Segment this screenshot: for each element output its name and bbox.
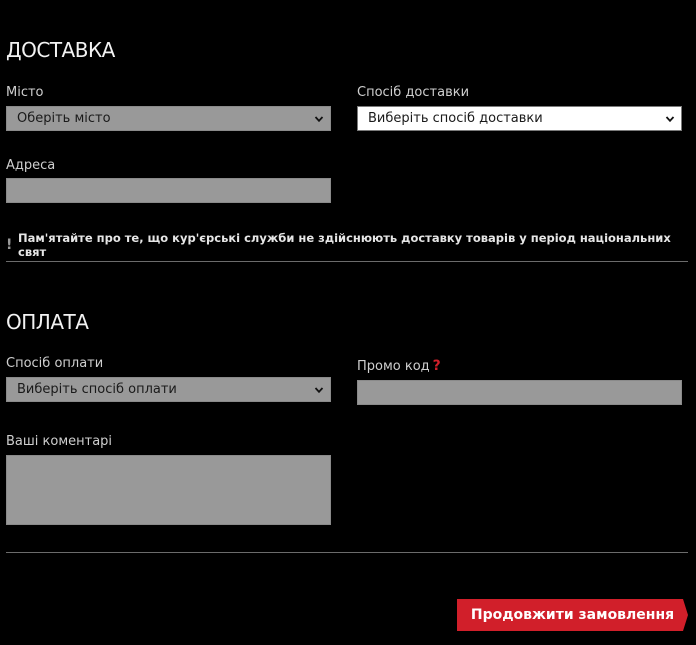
- payment-method-select[interactable]: Виберіть спосіб оплати: [6, 377, 331, 402]
- chevron-down-icon: [314, 115, 324, 122]
- exclamation-icon: !: [6, 237, 13, 253]
- continue-order-button[interactable]: Продовжити замовлення: [457, 599, 688, 631]
- comments-textarea[interactable]: [6, 455, 331, 525]
- checkout-page: ДОСТАВКА Місто Оберіть місто Спосіб дост…: [0, 0, 696, 645]
- city-label: Місто: [6, 85, 44, 100]
- address-label: Адреса: [6, 158, 56, 173]
- section-divider: [6, 261, 688, 262]
- promo-code-label-row: Промо код ?: [357, 358, 441, 374]
- question-mark-icon[interactable]: ?: [433, 358, 441, 374]
- holiday-notice: ! Пам'ятайте про те, що кур'єрські служб…: [6, 231, 696, 259]
- section-divider: [6, 552, 688, 553]
- delivery-method-select[interactable]: Виберіть спосіб доставки: [357, 106, 682, 131]
- holiday-notice-text: Пам'ятайте про те, що кур'єрські служби …: [18, 231, 671, 259]
- payment-method-label: Спосіб оплати: [6, 356, 104, 371]
- comments-label: Ваші коментарі: [6, 434, 113, 449]
- chevron-down-icon: [665, 115, 675, 122]
- delivery-method-label: Спосіб доставки: [357, 85, 470, 100]
- promo-code-input[interactable]: [357, 380, 682, 405]
- address-input[interactable]: [6, 178, 331, 203]
- chevron-down-icon: [314, 386, 324, 393]
- delivery-section-title: ДОСТАВКА: [6, 38, 115, 62]
- delivery-method-select-value: Виберіть спосіб доставки: [368, 111, 543, 126]
- city-select[interactable]: Оберіть місто: [6, 106, 331, 131]
- payment-method-select-value: Виберіть спосіб оплати: [17, 382, 177, 397]
- city-select-value: Оберіть місто: [17, 111, 111, 126]
- promo-code-label: Промо код: [357, 358, 430, 374]
- payment-section-title: ОПЛАТА: [6, 310, 89, 334]
